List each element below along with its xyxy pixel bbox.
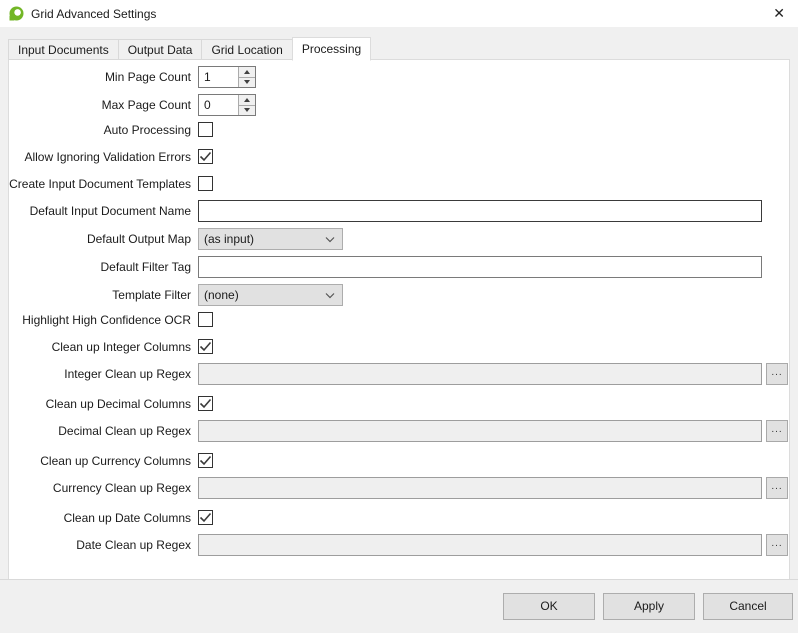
field-label: Clean up Integer Columns xyxy=(9,340,191,354)
spinner-up-button[interactable] xyxy=(239,67,255,78)
cancel-button[interactable]: Cancel xyxy=(703,593,793,620)
apply-button[interactable]: Apply xyxy=(603,593,695,620)
field-label: Clean up Decimal Columns xyxy=(9,397,191,411)
form-row: Clean up Decimal Columns xyxy=(9,396,791,411)
check-icon xyxy=(199,151,212,162)
spinner-buttons xyxy=(238,95,255,115)
title-bar: Grid Advanced Settings ✕ xyxy=(0,0,798,27)
allow-ignoring-validation-errors-checkbox[interactable] xyxy=(198,149,213,164)
dropdown-selected-value: (none) xyxy=(204,288,239,302)
field-label: Create Input Document Templates xyxy=(9,177,191,191)
form-row: Template Filter (none) xyxy=(9,284,791,306)
check-icon xyxy=(199,398,212,409)
date-clean-up-regex-input xyxy=(198,534,762,556)
form-row: Clean up Date Columns xyxy=(9,510,791,525)
create-input-document-templates-checkbox[interactable] xyxy=(198,176,213,191)
triangle-down-icon xyxy=(244,108,250,112)
min-page-count-input[interactable] xyxy=(199,67,238,87)
clean-up-date-columns-checkbox[interactable] xyxy=(198,510,213,525)
integer-regex-browse-button[interactable]: ... xyxy=(766,363,788,385)
form-row: Create Input Document Templates xyxy=(9,176,791,191)
default-output-map-dropdown[interactable]: (as input) xyxy=(198,228,343,250)
field-label: Clean up Date Columns xyxy=(9,511,191,525)
triangle-down-icon xyxy=(244,80,250,84)
ok-button[interactable]: OK xyxy=(503,593,595,620)
spinner-down-button[interactable] xyxy=(239,106,255,116)
spinner-up-button[interactable] xyxy=(239,95,255,106)
chevron-down-icon xyxy=(325,292,335,299)
tab-processing[interactable]: Processing xyxy=(292,37,371,61)
chevron-down-icon xyxy=(325,236,335,243)
check-icon xyxy=(199,455,212,466)
currency-regex-browse-button[interactable]: ... xyxy=(766,477,788,499)
form-row: Integer Clean up Regex ... xyxy=(9,363,791,385)
form-row: Decimal Clean up Regex ... xyxy=(9,420,791,442)
max-page-count-input[interactable] xyxy=(199,95,238,115)
triangle-up-icon xyxy=(244,70,250,74)
field-label: Default Input Document Name xyxy=(9,204,191,218)
check-icon xyxy=(199,512,212,523)
form-row: Date Clean up Regex ... xyxy=(9,534,791,556)
currency-clean-up-regex-input xyxy=(198,477,762,499)
window-title: Grid Advanced Settings xyxy=(31,7,156,21)
tab-output-data[interactable]: Output Data xyxy=(118,39,203,60)
tab-strip: Input Documents Output Data Grid Locatio… xyxy=(8,37,370,60)
field-label: Highlight High Confidence OCR xyxy=(9,313,191,327)
form-row: Default Input Document Name xyxy=(9,200,791,222)
close-icon[interactable]: ✕ xyxy=(773,5,785,21)
clean-up-decimal-columns-checkbox[interactable] xyxy=(198,396,213,411)
check-icon xyxy=(199,341,212,352)
form-row: Clean up Currency Columns xyxy=(9,453,791,468)
field-label: Max Page Count xyxy=(9,98,191,112)
spinner-down-button[interactable] xyxy=(239,78,255,88)
form-row: Allow Ignoring Validation Errors xyxy=(9,149,791,164)
date-regex-browse-button[interactable]: ... xyxy=(766,534,788,556)
auto-processing-checkbox[interactable] xyxy=(198,122,213,137)
min-page-count-spinner[interactable] xyxy=(198,66,256,88)
decimal-clean-up-regex-input xyxy=(198,420,762,442)
form-row: Default Filter Tag xyxy=(9,256,791,278)
field-label: Allow Ignoring Validation Errors xyxy=(9,150,191,164)
processing-tab-panel: Min Page Count Max Page Count Auto Proce… xyxy=(8,59,790,580)
clean-up-integer-columns-checkbox[interactable] xyxy=(198,339,213,354)
field-label: Default Output Map xyxy=(9,232,191,246)
template-filter-dropdown[interactable]: (none) xyxy=(198,284,343,306)
form-row: Clean up Integer Columns xyxy=(9,339,791,354)
tab-grid-location[interactable]: Grid Location xyxy=(201,39,292,60)
max-page-count-spinner[interactable] xyxy=(198,94,256,116)
form-row: Max Page Count xyxy=(9,94,791,116)
field-label: Clean up Currency Columns xyxy=(9,454,191,468)
integer-clean-up-regex-input xyxy=(198,363,762,385)
field-label: Currency Clean up Regex xyxy=(9,481,191,495)
field-label: Decimal Clean up Regex xyxy=(9,424,191,438)
form-row: Highlight High Confidence OCR xyxy=(9,312,791,327)
field-label: Auto Processing xyxy=(9,123,191,137)
highlight-high-confidence-ocr-checkbox[interactable] xyxy=(198,312,213,327)
form-row: Default Output Map (as input) xyxy=(9,228,791,250)
form-row: Auto Processing xyxy=(9,122,791,137)
footer-divider xyxy=(0,579,798,580)
field-label: Min Page Count xyxy=(9,70,191,84)
field-label: Date Clean up Regex xyxy=(9,538,191,552)
dropdown-selected-value: (as input) xyxy=(204,232,254,246)
decimal-regex-browse-button[interactable]: ... xyxy=(766,420,788,442)
clean-up-currency-columns-checkbox[interactable] xyxy=(198,453,213,468)
form-row: Currency Clean up Regex ... xyxy=(9,477,791,499)
field-label: Template Filter xyxy=(9,288,191,302)
default-filter-tag-input[interactable] xyxy=(198,256,762,278)
tab-input-documents[interactable]: Input Documents xyxy=(8,39,119,60)
field-label: Default Filter Tag xyxy=(9,260,191,274)
form-row: Min Page Count xyxy=(9,66,791,88)
spinner-buttons xyxy=(238,67,255,87)
app-logo-icon xyxy=(8,6,24,22)
triangle-up-icon xyxy=(244,98,250,102)
default-input-document-name-input[interactable] xyxy=(198,200,762,222)
field-label: Integer Clean up Regex xyxy=(9,367,191,381)
